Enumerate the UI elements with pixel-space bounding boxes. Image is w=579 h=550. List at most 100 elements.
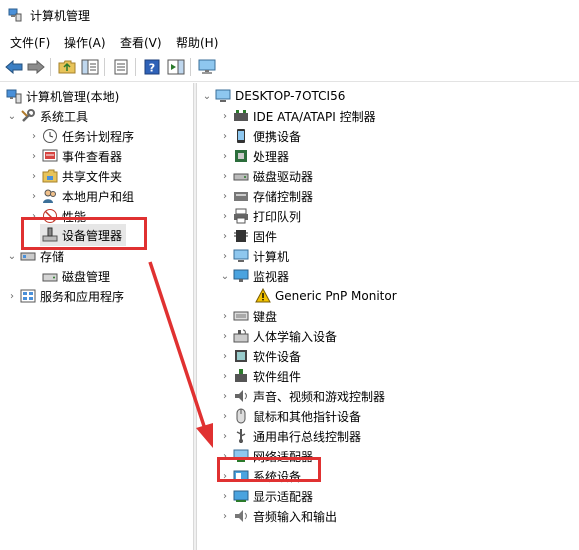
chevron-right-icon[interactable]: › (219, 326, 231, 346)
menu-file[interactable]: 文件(F) (10, 34, 50, 51)
tree-item-computer-management[interactable]: 计算机管理(本地) (6, 86, 119, 106)
device-category[interactable]: › 人体学输入设备 (219, 326, 337, 346)
warning-icon (255, 288, 271, 304)
tree-item-task-scheduler[interactable]: › 任务计划程序 (28, 126, 134, 146)
device-category[interactable]: › 鼠标和其他指针设备 (219, 406, 361, 426)
chevron-right-icon[interactable]: › (219, 166, 231, 186)
tree-item-label: 存储 (40, 249, 65, 264)
device-label: 打印队列 (253, 209, 302, 224)
device-category[interactable]: › IDE ATA/ATAPI 控制器 (219, 106, 376, 126)
device-tree-pane[interactable]: ⌄ DESKTOP-7OTCI56 › IDE ATA/ATAPI 控制器 › 便携设… (197, 83, 579, 550)
toolbar-separator (135, 58, 136, 76)
chevron-right-icon[interactable]: › (219, 146, 231, 166)
help-icon[interactable]: ? (142, 57, 162, 77)
sound-icon (233, 388, 249, 404)
software-device-icon (233, 348, 249, 364)
toolbar-separator (104, 58, 105, 76)
tree-item-storage[interactable]: ⌄ 存储 (6, 246, 64, 266)
chevron-down-icon[interactable]: ⌄ (201, 86, 213, 106)
device-label: 存储控制器 (253, 189, 314, 204)
chevron-right-icon[interactable]: › (28, 166, 40, 186)
toolbar-separator (50, 58, 51, 76)
tree-item-disk-management[interactable]: 磁盘管理 (40, 266, 110, 286)
device-category[interactable]: › 键盘 (219, 306, 277, 326)
device-label: 软件设备 (253, 349, 302, 364)
tree-item-system-tools[interactable]: ⌄ 系统工具 (6, 106, 88, 126)
chevron-right-icon[interactable]: › (219, 186, 231, 206)
forward-arrow-icon[interactable] (26, 57, 46, 77)
display-adapter-icon (233, 488, 249, 504)
computer-icon (215, 88, 231, 104)
device-category[interactable]: › 软件组件 (219, 366, 301, 386)
device-category[interactable]: › 固件 (219, 226, 277, 246)
chevron-right-icon[interactable]: › (219, 126, 231, 146)
chevron-right-icon[interactable]: › (28, 126, 40, 146)
chevron-down-icon[interactable]: ⌄ (219, 266, 231, 286)
device-item[interactable]: Generic PnP Monitor (253, 286, 397, 306)
device-category[interactable]: › 软件设备 (219, 346, 301, 366)
chevron-right-icon[interactable]: › (6, 286, 18, 306)
menu-view[interactable]: 查看(V) (120, 34, 162, 51)
chevron-right-icon[interactable]: › (28, 186, 40, 206)
properties-icon[interactable] (111, 57, 131, 77)
chevron-right-icon[interactable]: › (219, 306, 231, 326)
device-category[interactable]: › 存储控制器 (219, 186, 313, 206)
device-category[interactable]: › 音频输入和输出 (219, 506, 337, 526)
chevron-right-icon[interactable]: › (219, 486, 231, 506)
device-category[interactable]: › 计算机 (219, 246, 289, 266)
tree-item-shared-folders[interactable]: › 共享文件夹 (28, 166, 122, 186)
title-bar: 计算机管理 (0, 0, 579, 30)
usb-icon (233, 428, 249, 444)
chevron-down-icon[interactable]: ⌄ (6, 106, 18, 126)
disk-icon (42, 268, 58, 284)
chevron-right-icon[interactable]: › (219, 406, 231, 426)
chevron-right-icon[interactable]: › (219, 206, 231, 226)
chevron-right-icon[interactable]: › (219, 366, 231, 386)
tree-item-label: 本地用户和组 (62, 189, 135, 204)
computer-icon (233, 248, 249, 264)
clock-icon (42, 128, 58, 144)
chevron-right-icon[interactable]: › (219, 386, 231, 406)
device-label: 固件 (253, 229, 278, 244)
tree-item-services-apps[interactable]: › 服务和应用程序 (6, 286, 124, 306)
device-label: 便携设备 (253, 129, 302, 144)
chevron-right-icon[interactable]: › (219, 226, 231, 246)
device-category[interactable]: › 显示适配器 (219, 486, 313, 506)
tree-item-local-users[interactable]: › 本地用户和组 (28, 186, 134, 206)
chevron-right-icon[interactable]: › (219, 346, 231, 366)
tree-item-label: 计算机管理(本地) (26, 89, 120, 104)
device-category[interactable]: › 通用串行总线控制器 (219, 426, 361, 446)
menu-action[interactable]: 操作(A) (64, 34, 106, 51)
chevron-right-icon[interactable]: › (219, 106, 231, 126)
tree-item-computer-root[interactable]: ⌄ DESKTOP-7OTCI56 (201, 86, 346, 106)
toolbar: ? (0, 52, 579, 82)
tree-item-event-viewer[interactable]: › 事件查看器 (28, 146, 122, 166)
menu-help[interactable]: 帮助(H) (176, 34, 218, 51)
device-category[interactable]: ⌄ 监视器 (219, 266, 289, 286)
console-tree-pane[interactable]: 计算机管理(本地) ⌄ 系统工具 › 任务计划程序 › 事件查看器 › 共享文件… (0, 83, 193, 550)
device-category[interactable]: › 便携设备 (219, 126, 301, 146)
storage-icon (20, 248, 36, 264)
chevron-right-icon[interactable]: › (28, 146, 40, 166)
software-component-icon (233, 368, 249, 384)
device-label: 声音、视频和游戏控制器 (253, 389, 386, 404)
device-category[interactable]: › 声音、视频和游戏控制器 (219, 386, 385, 406)
up-folder-icon[interactable] (57, 57, 77, 77)
show-hide-tree-icon[interactable] (80, 57, 100, 77)
tree-item-label: 服务和应用程序 (40, 289, 125, 304)
monitor-icon (233, 268, 249, 284)
chevron-down-icon[interactable]: ⌄ (6, 246, 18, 266)
chevron-right-icon[interactable]: › (219, 426, 231, 446)
chevron-right-icon[interactable]: › (219, 506, 231, 526)
printer-icon (233, 208, 249, 224)
tree-item-label: 事件查看器 (62, 149, 123, 164)
event-viewer-icon (42, 148, 58, 164)
action-pane-icon[interactable] (166, 57, 186, 77)
ide-controller-icon (233, 108, 249, 124)
device-category[interactable]: › 打印队列 (219, 206, 301, 226)
monitor-icon[interactable] (197, 57, 217, 77)
device-category[interactable]: › 处理器 (219, 146, 289, 166)
chevron-right-icon[interactable]: › (219, 246, 231, 266)
back-arrow-icon[interactable] (4, 57, 24, 77)
device-category[interactable]: › 磁盘驱动器 (219, 166, 313, 186)
